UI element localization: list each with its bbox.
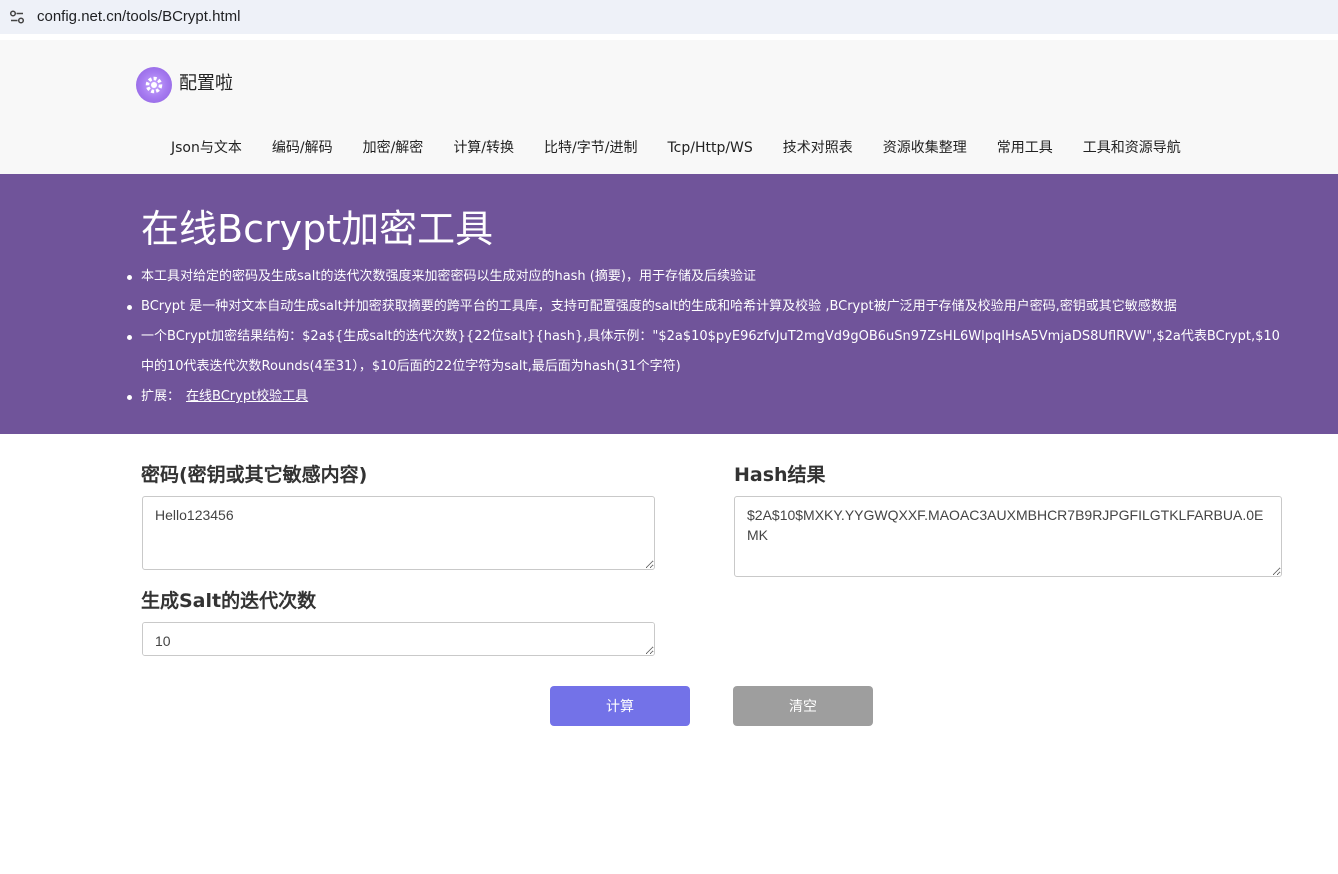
rounds-input[interactable]: 10 [142,622,655,656]
description-item: BCrypt 是一种对文本自动生成salt并加密获取摘要的跨平台的工具库，支持可… [127,292,1291,322]
description-item: 本工具对给定的密码及生成salt的迭代次数强度来加密密码以生成对应的hash (… [127,262,1291,292]
extension-prefix: 扩展： [141,389,181,404]
rounds-label: 生成Salt的迭代次数 [141,590,317,612]
clear-button[interactable]: 清空 [733,686,873,726]
site-header: 配置啦 Json与文本 编码/解码 加密/解密 计算/转换 比特/字节/进制 T… [0,40,1338,174]
nav-item-json[interactable]: Json与文本 [156,138,257,158]
nav-item-resources[interactable]: 资源收集整理 [868,138,982,158]
nav-item-encode-decode[interactable]: 编码/解码 [257,138,348,158]
page-title: 在线Bcrypt加密工具 [141,207,494,251]
nav-item-calc-convert[interactable]: 计算/转换 [438,138,529,158]
password-input[interactable]: Hello123456 [142,496,655,570]
nav-item-bit-byte[interactable]: 比特/字节/进制 [529,138,652,158]
url-text[interactable]: config.net.cn/tools/BCrypt.html [37,7,240,27]
hash-result-label: Hash结果 [734,464,826,486]
gear-logo-icon [145,76,163,94]
password-label: 密码(密钥或其它敏感内容) [141,464,368,486]
tool-banner: 在线Bcrypt加密工具 本工具对给定的密码及生成salt的迭代次数强度来加密密… [0,174,1338,434]
hash-result-output[interactable]: $2A$10$MXKY.YYGWQXXF.MAOAC3AUXMBHCR7B9RJ… [734,496,1282,577]
description-item: 一个BCrypt加密结果结构：$2a${生成salt的迭代次数}{22位salt… [127,322,1291,382]
nav-item-encrypt-decrypt[interactable]: 加密/解密 [348,138,439,158]
browser-address-bar: config.net.cn/tools/BCrypt.html [0,0,1338,34]
site-settings-icon[interactable] [9,9,25,25]
description-list: 本工具对给定的密码及生成salt的迭代次数强度来加密密码以生成对应的hash (… [127,262,1291,412]
calculate-button[interactable]: 计算 [550,686,690,726]
site-logo[interactable] [136,67,172,103]
nav-item-tool-navigation[interactable]: 工具和资源导航 [1068,138,1196,158]
description-item-extension: 扩展： 在线BCrypt校验工具 [127,382,1291,412]
nav-item-tcp-http-ws[interactable]: Tcp/Http/WS [652,138,767,158]
nav-item-tech-tables[interactable]: 技术对照表 [768,138,868,158]
nav-item-common-tools[interactable]: 常用工具 [982,138,1068,158]
main-nav: Json与文本 编码/解码 加密/解密 计算/转换 比特/字节/进制 Tcp/H… [156,138,1196,158]
bcrypt-verify-link[interactable]: 在线BCrypt校验工具 [186,389,308,404]
site-name[interactable]: 配置啦 [179,72,233,96]
